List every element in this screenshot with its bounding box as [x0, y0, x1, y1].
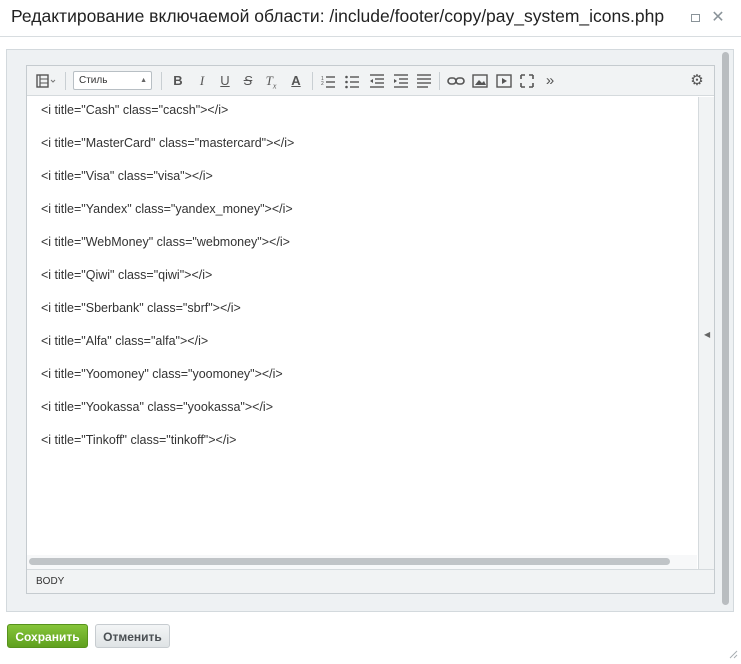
- mode-switch-icon[interactable]: [35, 72, 57, 90]
- html-editor: Стиль ▲ B I U S Tx A 12 » ⚙ <i title="Ca…: [26, 65, 715, 594]
- code-line: <i title="Yoomoney" class="yoomoney"></i…: [41, 367, 283, 381]
- code-line: <i title="Yandex" class="yandex_money"><…: [41, 202, 293, 216]
- horizontal-scroll-thumb[interactable]: [29, 558, 670, 565]
- editor-toolbar: Стиль ▲ B I U S Tx A 12 » ⚙: [27, 66, 714, 96]
- resize-grip-icon[interactable]: [728, 646, 738, 659]
- vertical-scroll-thumb[interactable]: [722, 52, 729, 605]
- code-line: <i title="Visa" class="visa"></i>: [41, 169, 213, 183]
- vertical-scrollbar[interactable]: [721, 52, 730, 608]
- code-line: <i title="Sberbank" class="sbrf"></i>: [41, 301, 241, 315]
- code-line: <i title="MasterCard" class="mastercard"…: [41, 136, 295, 150]
- style-select[interactable]: Стиль ▲: [73, 71, 152, 90]
- unordered-list-icon[interactable]: [344, 72, 360, 90]
- cancel-button[interactable]: Отменить: [95, 624, 170, 648]
- dialog-title: Редактирование включаемой области: /incl…: [11, 6, 665, 26]
- image-icon[interactable]: [471, 72, 489, 90]
- svg-text:2: 2: [321, 81, 324, 87]
- editor-content[interactable]: <i title="Cash" class="cacsh"></i> <i ti…: [27, 97, 697, 555]
- font-color-icon[interactable]: A: [289, 72, 303, 90]
- editor-statusbar: BODY: [27, 569, 714, 593]
- fullscreen-icon[interactable]: [519, 72, 535, 90]
- indent-icon[interactable]: [393, 72, 409, 90]
- more-icon[interactable]: »: [543, 72, 557, 90]
- dialog-titlebar[interactable]: Редактирование включаемой области: /incl…: [0, 0, 741, 37]
- link-icon[interactable]: [447, 72, 465, 90]
- element-path[interactable]: BODY: [36, 576, 64, 587]
- side-panel-toggle[interactable]: ◀: [698, 97, 714, 570]
- underline-icon[interactable]: U: [218, 72, 232, 90]
- align-icon[interactable]: [416, 72, 432, 90]
- italic-icon[interactable]: I: [195, 72, 209, 90]
- bold-icon[interactable]: B: [171, 72, 185, 90]
- chevron-down-icon: ▲: [140, 77, 147, 84]
- code-line: <i title="WebMoney" class="webmoney"></i…: [41, 235, 290, 249]
- strikethrough-icon[interactable]: S: [241, 72, 255, 90]
- code-line: <i title="Alfa" class="alfa"></i>: [41, 334, 209, 348]
- code-line: <i title="Yookassa" class="yookassa"></i…: [41, 400, 274, 414]
- code-line: <i title="Cash" class="cacsh"></i>: [41, 103, 229, 117]
- style-select-value: Стиль: [79, 75, 108, 86]
- horizontal-scrollbar[interactable]: [27, 555, 697, 569]
- close-icon[interactable]: ✕: [709, 9, 727, 27]
- minimize-icon[interactable]: [686, 9, 704, 27]
- code-line: <i title="Tinkoff" class="tinkoff"></i>: [41, 433, 237, 447]
- dialog-body: Стиль ▲ B I U S Tx A 12 » ⚙ <i title="Ca…: [6, 49, 734, 612]
- code-line: <i title="Qiwi" class="qiwi"></i>: [41, 268, 213, 282]
- chevron-left-icon[interactable]: ◀: [704, 330, 710, 339]
- settings-icon[interactable]: ⚙: [690, 72, 704, 90]
- video-icon[interactable]: [495, 72, 513, 90]
- save-button[interactable]: Сохранить: [7, 624, 88, 648]
- remove-format-icon[interactable]: Tx: [264, 72, 278, 91]
- ordered-list-icon[interactable]: 12: [320, 72, 336, 90]
- outdent-icon[interactable]: [369, 72, 385, 90]
